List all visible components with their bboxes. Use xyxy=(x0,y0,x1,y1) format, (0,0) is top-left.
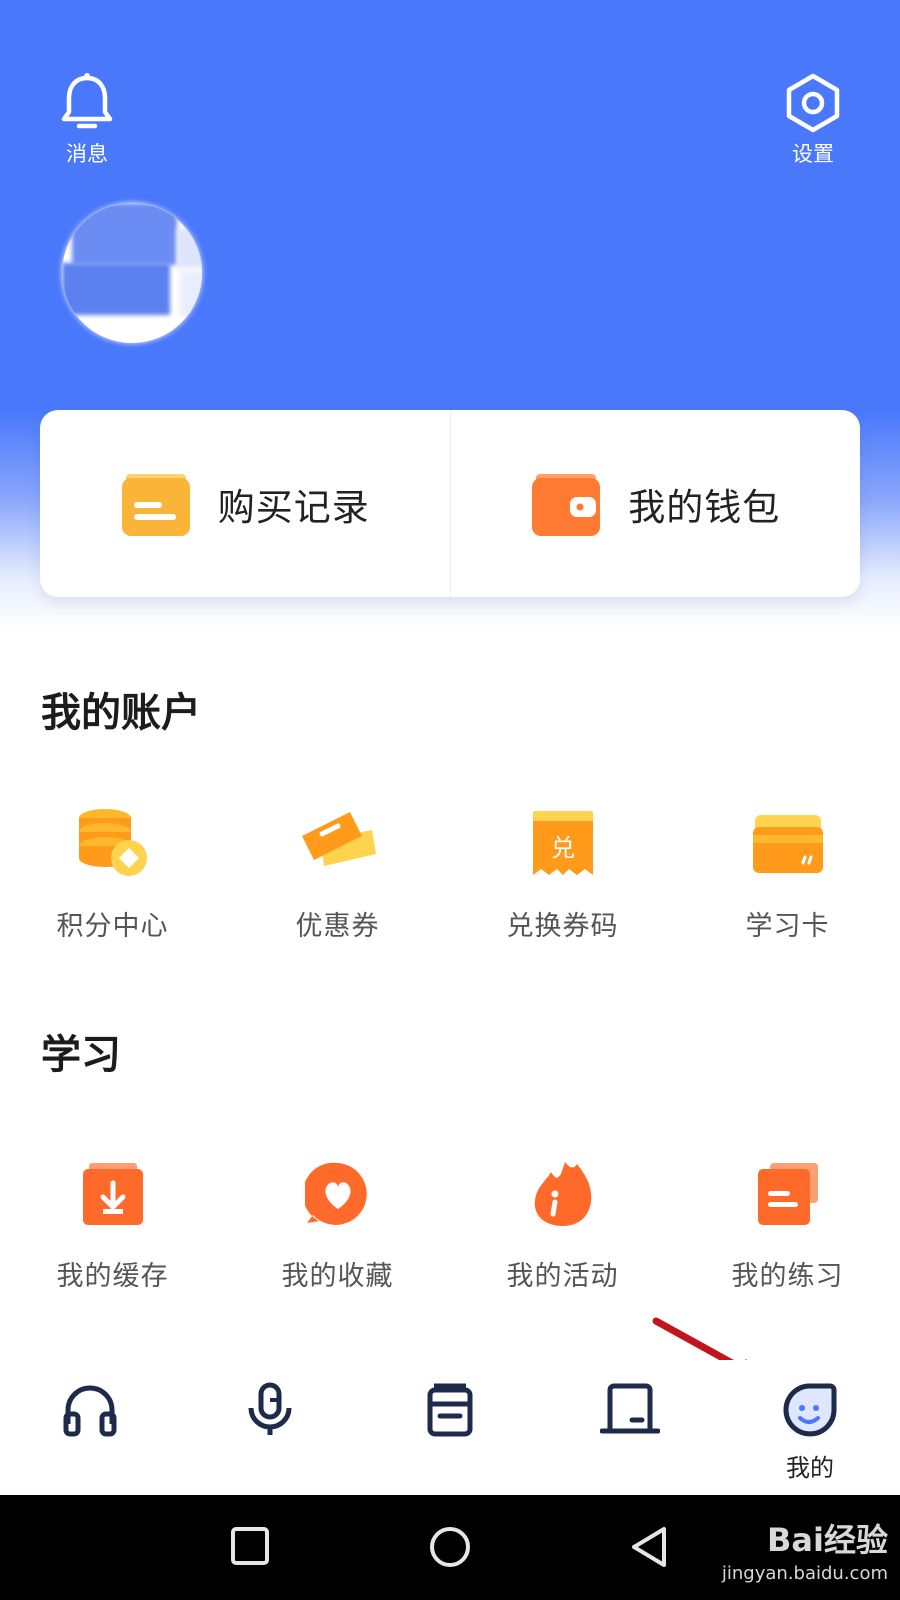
my-cache-label: 我的缓存 xyxy=(56,1261,169,1292)
wallet-icon xyxy=(532,473,601,536)
activity-flame-icon xyxy=(534,1162,591,1226)
study-card-item[interactable]: 学习卡 xyxy=(675,808,900,943)
coins-icon xyxy=(78,809,147,876)
recent-apps-icon[interactable] xyxy=(230,1525,270,1567)
wallet-button[interactable]: 我的钱包 xyxy=(449,410,861,597)
study-section-title: 学习 xyxy=(41,1032,121,1078)
purchase-record-label: 购买记录 xyxy=(217,485,370,529)
study-card-icon xyxy=(752,815,823,873)
study-grid: 我的缓存 我的收藏 我的活动 我的练习 xyxy=(0,1158,900,1293)
tab-listen[interactable] xyxy=(0,1360,180,1495)
redeem-code-label: 兑换券码 xyxy=(506,911,619,942)
favorite-heart-icon xyxy=(304,1162,367,1225)
coupon-item[interactable]: 优惠券 xyxy=(225,808,450,943)
wallet-label: 我的钱包 xyxy=(628,485,781,529)
tab-read[interactable] xyxy=(360,1360,540,1495)
redeem-code-item[interactable]: 兑 兑换券码 xyxy=(450,808,675,943)
tab-mine[interactable]: 我的 xyxy=(720,1360,900,1495)
tab-course[interactable] xyxy=(540,1360,720,1495)
laptop-icon xyxy=(600,1383,660,1434)
my-cache-item[interactable]: 我的缓存 xyxy=(0,1158,225,1293)
account-section-title: 我的账户 xyxy=(41,690,201,736)
points-center-label: 积分中心 xyxy=(56,911,169,942)
watermark-brand: Bai经验 xyxy=(767,1521,888,1559)
bottom-tab-bar: 我的 xyxy=(0,1360,900,1495)
back-triangle-icon[interactable] xyxy=(630,1525,670,1569)
points-center-item[interactable]: 积分中心 xyxy=(0,808,225,943)
gear-icon xyxy=(786,73,840,133)
my-practice-item[interactable]: 我的练习 xyxy=(675,1158,900,1293)
settings-button[interactable]: 设置 xyxy=(768,72,858,168)
redeem-code-icon: 兑 xyxy=(532,811,593,875)
watermark-url: jingyan.baidu.com xyxy=(721,1563,888,1584)
my-activities-item[interactable]: 我的活动 xyxy=(450,1158,675,1293)
tab-mine-label: 我的 xyxy=(786,1454,834,1482)
quick-actions-card: 购买记录 我的钱包 xyxy=(40,410,860,597)
messages-button[interactable]: 消息 xyxy=(42,72,132,168)
tab-speak[interactable] xyxy=(180,1360,360,1495)
study-card-label: 学习卡 xyxy=(745,911,830,942)
download-cache-icon xyxy=(82,1163,143,1225)
svg-text:兑: 兑 xyxy=(551,834,575,862)
purchase-record-icon xyxy=(121,473,190,536)
avatar[interactable] xyxy=(62,203,202,343)
bell-icon xyxy=(61,73,113,129)
account-grid: 积分中心 优惠券 兑 兑换券码 学习卡 xyxy=(0,808,900,943)
home-circle-icon[interactable] xyxy=(428,1525,472,1569)
system-nav-bar: Bai经验 jingyan.baidu.com xyxy=(0,1495,900,1600)
coupon-icon xyxy=(301,812,376,866)
practice-doc-icon xyxy=(757,1163,818,1225)
my-favorites-label: 我的收藏 xyxy=(281,1261,394,1292)
notebook-icon xyxy=(427,1383,473,1437)
watermark: Bai经验 jingyan.baidu.com xyxy=(722,1515,888,1584)
my-favorites-item[interactable]: 我的收藏 xyxy=(225,1158,450,1293)
coupon-label: 优惠券 xyxy=(295,911,380,942)
purchase-record-button[interactable]: 购买记录 xyxy=(40,410,450,597)
microphone-icon xyxy=(248,1382,292,1435)
settings-label: 设置 xyxy=(792,142,834,166)
headphones-icon xyxy=(63,1385,117,1437)
my-activities-label: 我的活动 xyxy=(506,1261,619,1292)
profile-face-icon xyxy=(783,1383,837,1437)
my-practice-label: 我的练习 xyxy=(731,1261,844,1292)
messages-label: 消息 xyxy=(66,142,108,166)
